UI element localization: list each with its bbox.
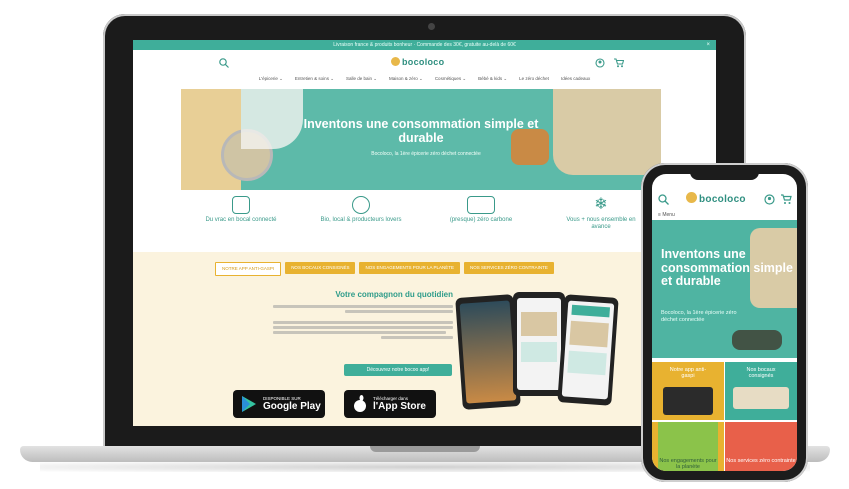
google-play-icon [242,396,256,412]
nav-item[interactable]: Idées cadeaux [561,76,590,86]
app-preview-image [521,312,557,336]
app-store-big: l'App Store [373,401,426,412]
section-title: Votre compagnon du quotidien [335,290,453,299]
features-row: Du vrac en bocal connecté Bio, local & p… [181,194,661,244]
logo-jar-icon [391,57,400,66]
section-paragraph [273,305,453,339]
hero-oats-jar-image [553,89,661,175]
tab-bocaux[interactable]: NOS BOCAUX CONSIGNÉS [285,262,356,274]
tile-anti-gaspi[interactable]: Notre app anti-gaspi [652,362,724,420]
feature-item: ❄ Vous + nous ensemble en avance [556,194,646,244]
cart-icon[interactable] [613,58,624,68]
apple-icon [354,395,366,412]
app-preview-phone [455,294,521,410]
nav-item[interactable]: Salle de bain ⌄ [346,76,377,86]
feature-item: Bio, local & producteurs lovers [316,194,406,244]
leaf-badge-icon [352,196,370,214]
google-play-big: Google Play [263,401,321,412]
app-preview-phone [557,294,619,406]
tile-jars-image [733,387,789,409]
cart-icon[interactable] [780,194,792,205]
section-tabs: NOTRE APP ANTI-GASPI NOS BOCAUX CONSIGNÉ… [215,262,554,276]
app-preview-card [567,350,607,376]
feature-item: (presque) zéro carbone [436,194,526,244]
tile-phones-image [663,387,713,415]
app-store-button[interactable]: Télécharger dans l'App Store [344,390,436,418]
hero-subtitle: Bocoloco, la 1ère épicerie zéro déchet c… [371,151,481,157]
tile-label: Nos services zéro contrainte [725,422,797,471]
tab-services[interactable]: NOS SERVICES ZÉRO CONTRAINTE [463,262,554,274]
app-preview-card [521,342,557,362]
search-icon[interactable] [658,194,669,205]
app-preview-screen [459,300,517,404]
account-icon[interactable] [595,58,605,68]
announcement-text: Livraison france & produits bonheur · Co… [333,42,516,48]
jar-icon [232,196,250,214]
announcement-bar: Livraison france & produits bonheur · Co… [133,40,716,50]
hero-title: Inventons une consommation simple et dur… [303,117,539,145]
feature-label: Du vrac en bocal connecté [205,217,277,223]
nav-item[interactable]: Le zéro déchet [519,76,549,86]
text-line [273,326,453,329]
feature-label: Vous + nous ensemble en avance [566,217,636,230]
menu-button[interactable]: ≡ Menu [658,212,675,218]
tile-services[interactable]: Nos services zéro contrainte [725,422,797,471]
logo-jar-icon [686,192,697,203]
tile-label: Nos bocaux consignés [746,367,776,379]
feature-item: Du vrac en bocal connecté [196,194,286,244]
snowflake-icon: ❄ [594,196,608,213]
camera-icon [428,23,435,30]
nav-item[interactable]: Cosmétiques ⌄ [435,76,466,86]
nav-item[interactable]: L'épicerie ⌄ [259,76,283,86]
app-preview-header [571,304,611,318]
feature-label: (presque) zéro carbone [449,217,513,223]
phone-hero-title: Inventons une consommation simple et dur… [661,247,793,288]
text-line [345,310,453,313]
hero-seeds-image [732,330,782,350]
laptop-notch [370,446,480,452]
main-nav: L'épicerie ⌄ Entretien & soins ⌄ Salle d… [133,76,716,86]
logo-text: bocoloco [402,57,445,67]
phone-hero-subtitle: Bocoloco, la 1ère épicerie zéro déchet c… [661,310,737,323]
phone-screen: bocoloco ≡ Menu Inventons une consommati… [652,174,797,471]
phone-notch [690,168,759,180]
nav-item[interactable]: Maison & zéro ⌄ [389,76,423,86]
tile-label: Notre app anti-gaspi [669,367,707,379]
menu-label: Menu [662,212,675,218]
phone-logo[interactable]: bocoloco [686,192,746,205]
nav-item[interactable]: Entretien & soins ⌄ [295,76,334,86]
nav-item[interactable]: Bébé & kids ⌄ [478,76,507,86]
site-header: bocoloco [133,50,716,76]
text-line [273,321,453,324]
tile-label: Nos engagements pour la planète [658,422,718,471]
tab-anti-gaspi[interactable]: NOTRE APP ANTI-GASPI [215,262,282,276]
app-preview-phone [513,292,565,396]
tab-engagements[interactable]: NOS ENGAGEMENTS POUR LA PLANÈTE [359,262,460,274]
feature-label: Bio, local & producteurs lovers [320,217,402,223]
laptop-screen: Livraison france & produits bonheur · Co… [133,40,716,426]
discover-app-button[interactable]: Découvrez notre bocoo app! [344,364,452,376]
close-icon[interactable]: × [706,40,710,50]
app-preview-image [569,320,609,348]
account-icon[interactable] [764,194,775,205]
app-preview-screen [517,298,561,390]
tile-bocaux[interactable]: Nos bocaux consignés [725,362,797,420]
text-line [273,305,453,308]
hero-banner: Inventons une consommation simple et dur… [181,89,661,190]
logo-text: bocoloco [699,194,746,205]
site-logo[interactable]: bocoloco [391,57,444,67]
text-line [381,336,453,339]
text-line [273,331,446,334]
app-preview-screen [561,300,615,400]
google-play-button[interactable]: DISPONIBLE SUR Google Play [233,390,325,418]
search-icon[interactable] [219,58,229,68]
tile-engagements[interactable]: Nos engagements pour la planète [652,422,724,471]
bike-delivery-icon [467,196,495,214]
phone-hero [652,220,797,358]
